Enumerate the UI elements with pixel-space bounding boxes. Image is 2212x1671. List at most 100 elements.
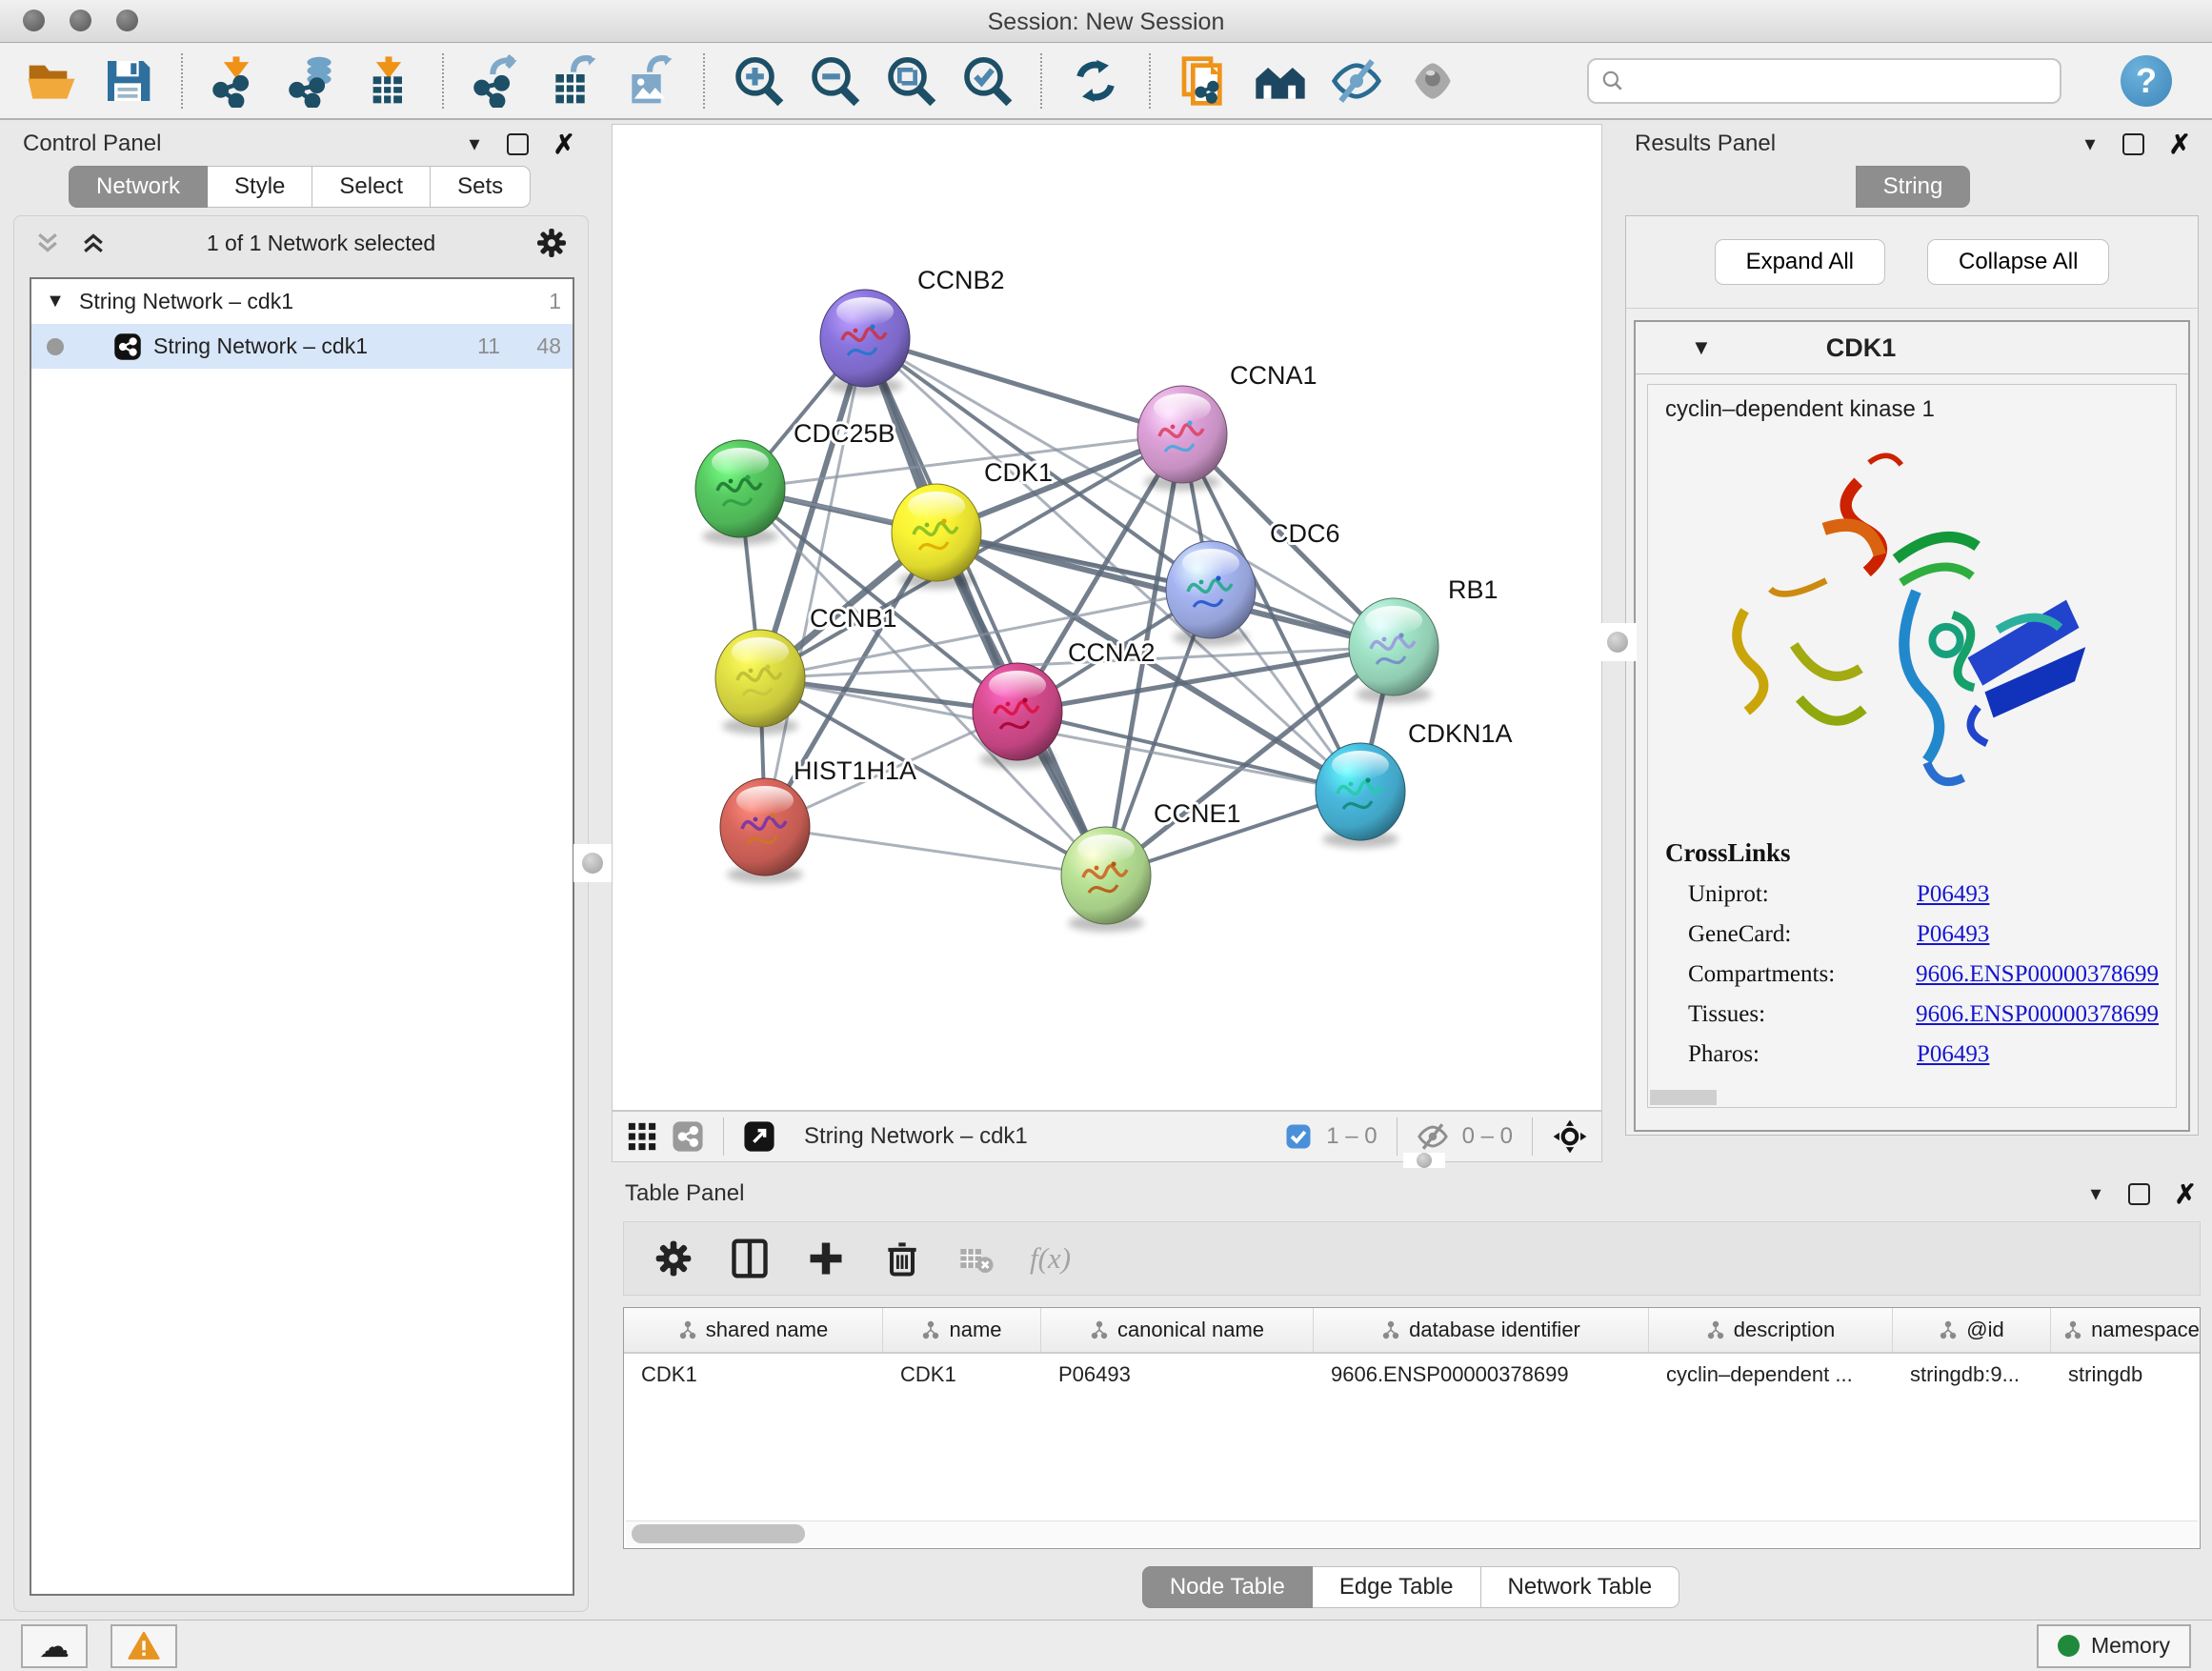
import-network-from-database-icon[interactable] [286, 54, 339, 108]
tab-string[interactable]: String [1856, 166, 1971, 208]
tab-edge-table[interactable]: Edge Table [1313, 1566, 1481, 1608]
edge-CCNB2-HIST1H1A[interactable] [765, 338, 865, 827]
column-header-@id[interactable]: @id [1893, 1308, 2051, 1352]
panel-menu-icon[interactable]: ▾ [2084, 131, 2095, 156]
float-panel-icon[interactable] [2122, 133, 2144, 155]
tab-network[interactable]: Network [69, 166, 208, 208]
edge-CCNB2-CCNA1[interactable] [865, 338, 1182, 434]
section-collapse-icon[interactable]: ▼ [1691, 335, 1712, 360]
column-header-canonical-name[interactable]: canonical name [1041, 1308, 1314, 1352]
network-canvas[interactable]: CCNB2CCNA1CDC25BCDK1CDC6RB1CCNB1CCNA2CDK… [612, 124, 1602, 1111]
float-panel-icon[interactable] [507, 133, 529, 155]
panel-menu-icon[interactable]: ▾ [2090, 1181, 2101, 1206]
edge-HIST1H1A-CCNE1[interactable] [765, 827, 1106, 876]
tab-sets[interactable]: Sets [431, 166, 531, 208]
gear-icon[interactable] [653, 1238, 694, 1279]
tree-expander-icon[interactable]: ▼ [43, 291, 68, 312]
zoom-fit-icon[interactable] [884, 54, 937, 108]
help-icon[interactable]: ? [2121, 55, 2172, 107]
zoom-selected-icon[interactable] [960, 54, 1014, 108]
network-view-icon[interactable] [672, 1120, 704, 1153]
node-CCNE1[interactable] [1061, 827, 1151, 932]
gear-icon[interactable] [534, 226, 569, 260]
warnings-button[interactable] [111, 1624, 177, 1668]
crosslink-link[interactable]: P06493 [1917, 881, 1989, 908]
grid-view-icon[interactable] [626, 1120, 658, 1153]
memory-button[interactable]: Memory [2037, 1624, 2191, 1668]
table-cell[interactable]: 9606.ENSP00000378699 [1314, 1354, 1649, 1396]
node-CDKN1A[interactable] [1316, 743, 1405, 848]
selected-nodes-checkbox-icon[interactable] [1284, 1122, 1313, 1151]
scrollbar-thumb[interactable] [632, 1524, 805, 1543]
search-input[interactable] [1587, 58, 2061, 104]
column-header-shared-name[interactable]: shared name [624, 1308, 883, 1352]
show-all-icon[interactable] [1406, 54, 1459, 108]
save-session-icon[interactable] [101, 54, 154, 108]
show-columns-icon[interactable] [729, 1238, 771, 1279]
expand-all-button[interactable]: Expand All [1715, 239, 1885, 285]
memory-status-icon [2058, 1635, 2080, 1657]
add-column-icon[interactable] [805, 1238, 847, 1279]
panel-menu-icon[interactable]: ▾ [469, 131, 479, 156]
export-network-icon[interactable] [471, 54, 524, 108]
import-table-from-file-icon[interactable] [362, 54, 415, 108]
crosslink-link[interactable]: 9606.ENSP00000378699 [1916, 1001, 2159, 1028]
tab-network-table[interactable]: Network Table [1481, 1566, 1680, 1608]
node-CCNB1[interactable] [715, 630, 805, 735]
crosslink-link[interactable]: 9606.ENSP00000378699 [1916, 961, 2159, 988]
column-header-name[interactable]: name [883, 1308, 1041, 1352]
zoom-out-icon[interactable] [808, 54, 861, 108]
export-image-icon[interactable] [623, 54, 676, 108]
import-network-from-file-icon[interactable] [210, 54, 263, 108]
network-tree-row[interactable]: ▼String Network – cdk11 [31, 279, 573, 324]
collapse-all-icon[interactable] [33, 229, 62, 257]
horizontal-scrollbar[interactable] [626, 1520, 2198, 1546]
table-cell[interactable]: CDK1 [624, 1354, 883, 1396]
edge-CCNB2-CCNE1[interactable] [865, 338, 1106, 876]
hidden-eye-icon[interactable] [1417, 1120, 1449, 1153]
expand-all-icon[interactable] [79, 229, 108, 257]
float-panel-icon[interactable] [2128, 1183, 2150, 1205]
table-row[interactable]: CDK1CDK1P064939606.ENSP00000378699cyclin… [624, 1354, 2200, 1396]
splitter-grip[interactable] [1403, 1153, 1445, 1168]
node-HIST1H1A[interactable] [720, 778, 810, 883]
network-tree-row[interactable]: String Network – cdk11148 [31, 324, 573, 369]
close-panel-icon[interactable]: ✗ [553, 129, 575, 160]
table-cell[interactable]: cyclin–dependent ... [1649, 1354, 1893, 1396]
node-CDC25B[interactable] [695, 440, 785, 545]
table-cell[interactable]: CDK1 [883, 1354, 1041, 1396]
zoom-in-icon[interactable] [732, 54, 785, 108]
cloud-status-button[interactable]: ☁ [21, 1624, 88, 1668]
column-header-description[interactable]: description [1649, 1308, 1893, 1352]
open-session-icon[interactable] [25, 54, 78, 108]
collapse-all-button[interactable]: Collapse All [1927, 239, 2109, 285]
tab-node-table[interactable]: Node Table [1142, 1566, 1313, 1608]
birdseye-view-icon[interactable] [1552, 1118, 1588, 1155]
column-header-database-identifier[interactable]: database identifier [1314, 1308, 1649, 1352]
table-cell[interactable]: P06493 [1041, 1354, 1314, 1396]
close-panel-icon[interactable]: ✗ [2175, 1178, 2197, 1210]
node-CCNA1[interactable] [1137, 386, 1227, 491]
new-network-from-selection-icon[interactable] [1177, 54, 1231, 108]
crosslink-link[interactable]: P06493 [1917, 921, 1989, 948]
delete-icon[interactable] [881, 1238, 923, 1279]
tab-style[interactable]: Style [208, 166, 312, 208]
home-icon[interactable] [1254, 54, 1307, 108]
hide-selected-icon[interactable] [1330, 54, 1383, 108]
refresh-icon[interactable] [1069, 54, 1122, 108]
node-CDK1[interactable] [892, 484, 981, 589]
node-RB1[interactable] [1349, 598, 1438, 703]
splitter-grip[interactable] [1599, 623, 1637, 661]
crosslink-link[interactable]: P06493 [1917, 1041, 1989, 1068]
table-cell[interactable]: stringdb [2051, 1354, 2201, 1396]
column-header-namespace[interactable]: namespace [2051, 1308, 2201, 1352]
tab-select[interactable]: Select [312, 166, 431, 208]
table-cell[interactable]: stringdb:9... [1893, 1354, 2051, 1396]
network-count: 48 [512, 333, 561, 359]
splitter-grip[interactable] [573, 844, 612, 882]
open-in-new-window-icon[interactable] [743, 1120, 775, 1153]
export-table-icon[interactable] [547, 54, 600, 108]
table-toolbar: f(x) [623, 1221, 2201, 1296]
close-panel-icon[interactable]: ✗ [2169, 129, 2191, 160]
node-result-header[interactable]: ▼ CDK1 [1636, 322, 2188, 374]
